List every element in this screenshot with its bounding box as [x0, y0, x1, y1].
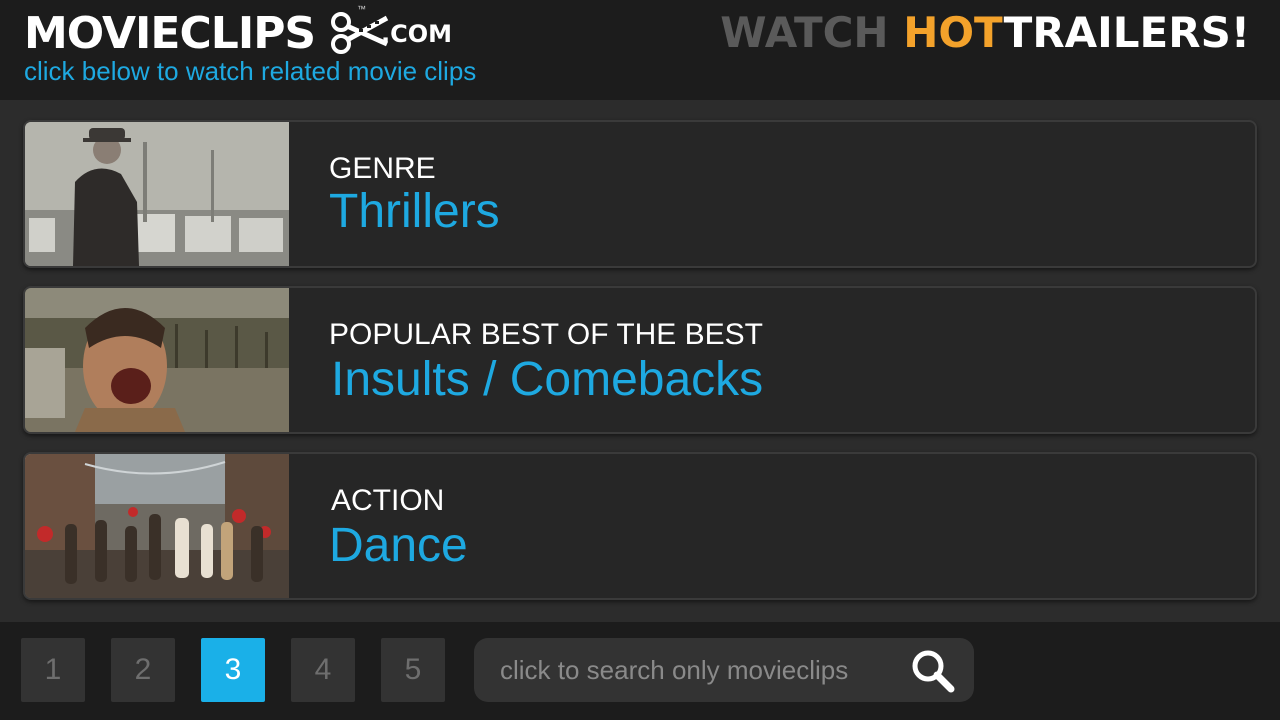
page-button-3-active[interactable]: 3	[201, 638, 265, 702]
page-button-2[interactable]: 2	[111, 638, 175, 702]
clip-thumbnail	[25, 122, 289, 266]
search-placeholder: click to search only movieclips	[500, 655, 849, 685]
header-bar: MOVIECLIPS ™ .COM click below to watch r…	[0, 0, 1280, 100]
logo-domain: .COM	[381, 20, 453, 48]
page-button-4[interactable]: 4	[291, 638, 355, 702]
search-box[interactable]: click to search only movieclips	[474, 638, 974, 702]
tagline: click below to watch related movie clips	[24, 56, 477, 86]
footer-bar: 1 2 3 4 5 click to search only movieclip…	[0, 622, 1280, 720]
page-button-1[interactable]: 1	[21, 638, 85, 702]
related-clip-card[interactable]: POPULAR BEST OF THE BEST Insults / Comeb…	[23, 286, 1257, 434]
clip-category: GENRE	[329, 152, 436, 185]
logo-wordmark: MOVIECLIPS	[24, 7, 316, 59]
clip-thumbnail	[25, 288, 289, 432]
trademark-symbol: ™	[357, 4, 366, 14]
promo-watch: WATCH	[720, 8, 904, 57]
clip-category: POPULAR BEST OF THE BEST	[329, 318, 764, 351]
page-button-5[interactable]: 5	[381, 638, 445, 702]
magnifier-icon[interactable]	[910, 648, 956, 694]
related-clip-card[interactable]: GENRE Thrillers	[23, 120, 1257, 268]
clip-title: Insults / Comebacks	[331, 353, 764, 406]
clip-title: Dance	[329, 519, 468, 572]
promo-trailers: TRAILERS!	[1003, 8, 1250, 57]
site-logo[interactable]: MOVIECLIPS	[24, 7, 391, 59]
clip-title: Thrillers	[329, 185, 500, 238]
related-clip-card[interactable]: ACTION Dance	[23, 452, 1257, 600]
clip-thumbnail	[25, 454, 289, 598]
promo-hot: HOT	[903, 8, 1004, 57]
watch-hot-trailers-link[interactable]: WATCH HOTTRAILERS!	[720, 8, 1250, 57]
clip-category: ACTION	[331, 484, 445, 517]
